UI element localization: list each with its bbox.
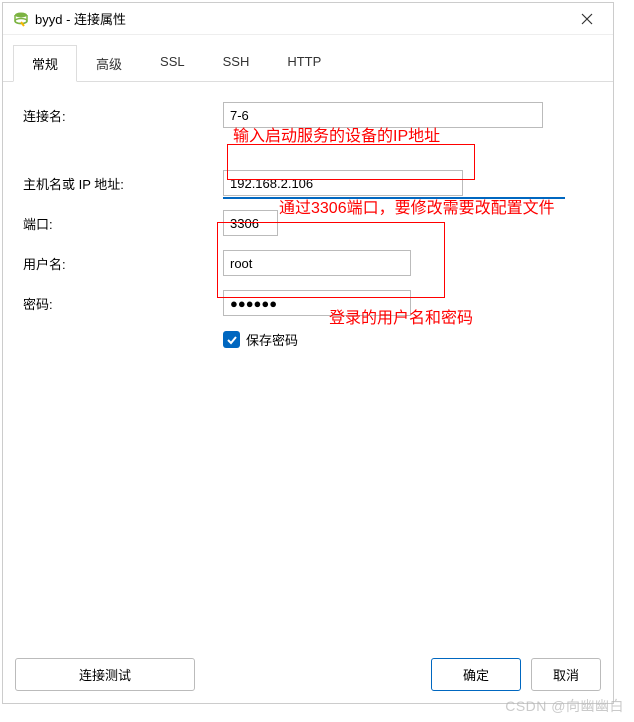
tabs: 常规 高级 SSL SSH HTTP <box>3 35 613 82</box>
tab-http[interactable]: HTTP <box>268 45 340 82</box>
label-save-password: 保存密码 <box>246 330 298 349</box>
button-bar: 连接测试 确定 取消 <box>15 658 601 691</box>
row-connection-name: 连接名: <box>23 102 601 128</box>
row-host: 主机名或 IP 地址: <box>23 170 601 196</box>
label-password: 密码: <box>23 294 223 313</box>
app-icon <box>13 11 29 27</box>
row-password: 密码: <box>23 290 601 316</box>
row-port: 端口: <box>23 210 601 236</box>
host-input[interactable] <box>223 170 463 196</box>
tab-ssh[interactable]: SSH <box>204 45 269 82</box>
focus-underline <box>223 197 565 199</box>
test-connection-button[interactable]: 连接测试 <box>15 658 195 691</box>
label-host: 主机名或 IP 地址: <box>23 174 223 193</box>
tab-general[interactable]: 常规 <box>13 45 77 82</box>
label-connection-name: 连接名: <box>23 106 223 125</box>
row-save-password: 保存密码 <box>223 330 601 349</box>
label-port: 端口: <box>23 214 223 233</box>
label-username: 用户名: <box>23 254 223 273</box>
form-area: 连接名: 主机名或 IP 地址: 端口: 用户名: 密码: <box>3 82 613 359</box>
dialog-window: byyd - 连接属性 常规 高级 SSL SSH HTTP 连接名: 主机名或… <box>2 2 614 704</box>
window-title: byyd - 连接属性 <box>35 9 571 28</box>
save-password-checkbox[interactable] <box>223 331 240 348</box>
watermark: CSDN @向幽幽白 <box>505 696 624 716</box>
port-input[interactable] <box>223 210 278 236</box>
tab-advanced[interactable]: 高级 <box>77 45 141 82</box>
username-input[interactable] <box>223 250 411 276</box>
connection-name-input[interactable] <box>223 102 543 128</box>
cancel-button[interactable]: 取消 <box>531 658 601 691</box>
password-input[interactable] <box>223 290 411 316</box>
row-username: 用户名: <box>23 250 601 276</box>
ok-button[interactable]: 确定 <box>431 658 521 691</box>
tab-ssl[interactable]: SSL <box>141 45 204 82</box>
close-button[interactable] <box>571 5 603 33</box>
titlebar: byyd - 连接属性 <box>3 3 613 35</box>
